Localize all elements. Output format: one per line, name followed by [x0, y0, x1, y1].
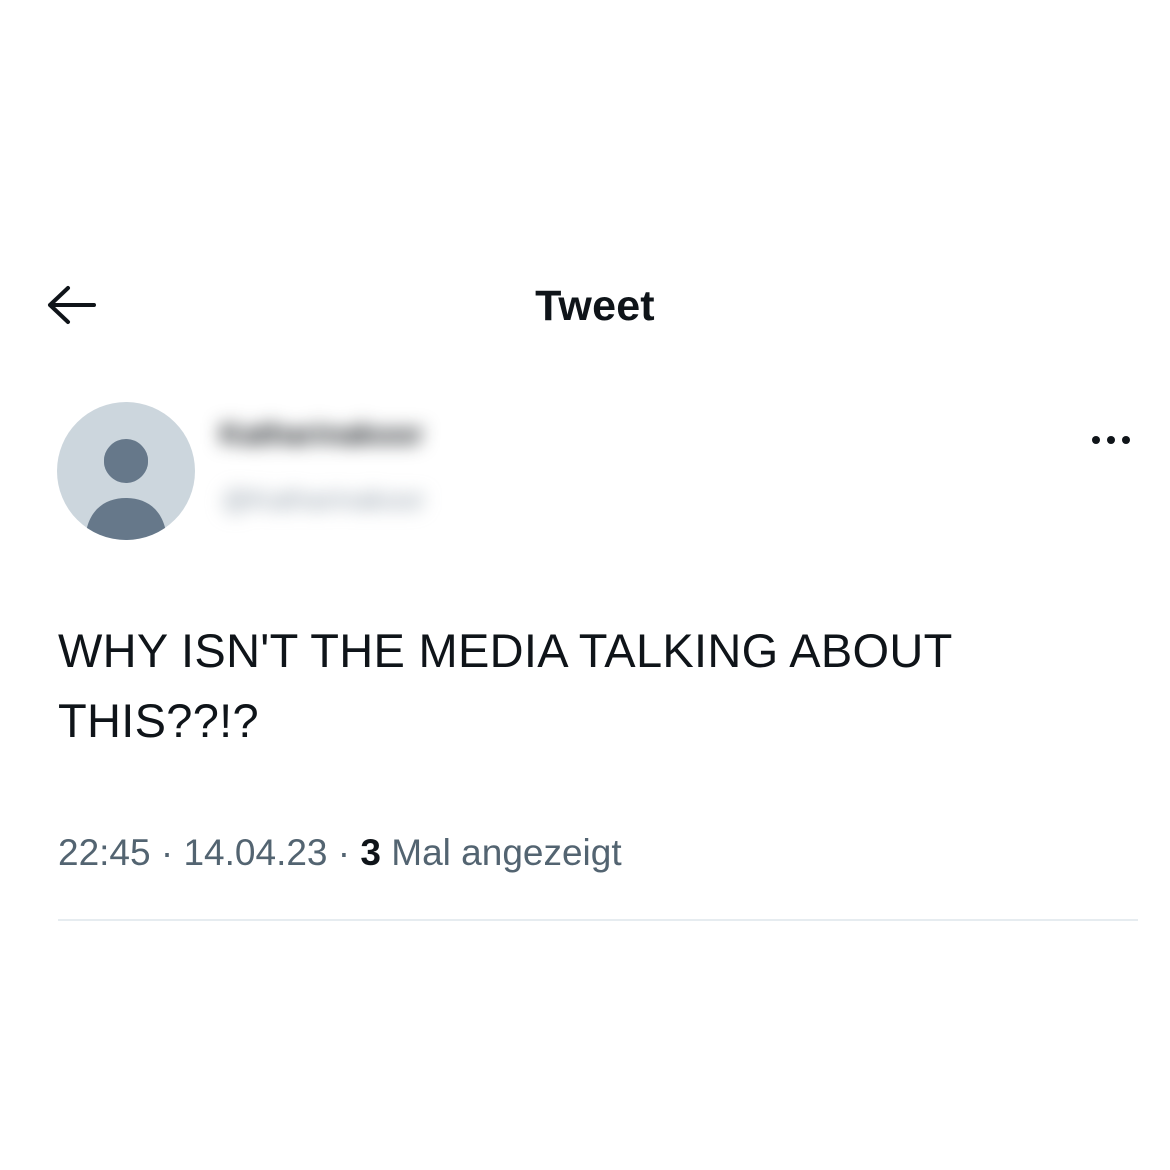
meta-separator: · [150, 832, 184, 873]
more-horizontal-icon [1092, 436, 1130, 444]
page-title: Tweet [535, 282, 655, 330]
divider [58, 919, 1138, 921]
views-label: Mal angezeigt [380, 832, 622, 873]
tweet-metadata: 22:45 · 14.04.23 · 3 Mal angezeigt [58, 832, 622, 874]
views-count: 3 [360, 832, 381, 873]
more-options-button[interactable] [1084, 420, 1138, 460]
author-handle[interactable]: @Katharinakoor [222, 484, 425, 520]
avatar[interactable] [57, 402, 195, 540]
tweet-text: WHY ISN'T THE MEDIA TALKING ABOUT THIS??… [58, 624, 952, 747]
top-app-bar: Tweet [0, 270, 1170, 340]
default-profile-icon [85, 439, 167, 540]
author-display-name[interactable]: Katharinakoor [220, 418, 423, 458]
tweet-date[interactable]: 14.04.23 [183, 832, 327, 873]
tweet-time[interactable]: 22:45 [58, 832, 151, 873]
meta-separator: · [327, 832, 361, 873]
